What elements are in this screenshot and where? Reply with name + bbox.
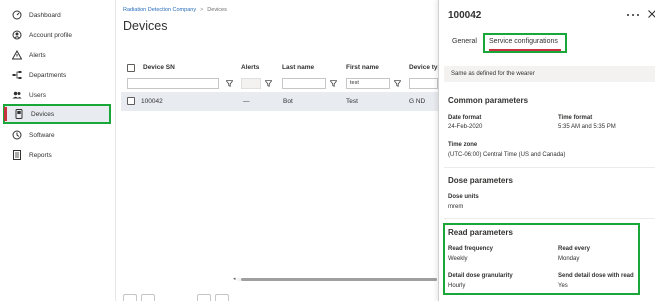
dose-units-label: Dose units [448,194,479,200]
panel-title: 100042 [448,10,482,21]
time-format-label: Time format [558,115,593,121]
main-content: Radiation Detection Company > Devices Devi… [117,0,442,301]
scrollbar-thumb[interactable] [241,278,437,281]
sidebar-item-label: Departments [29,71,67,79]
read-frequency-value: Weekly [448,256,468,262]
sidebar-item-departments[interactable]: Departments [3,65,111,85]
tab-service-configurations[interactable]: Service configurations [489,38,558,45]
first-name-filter-input[interactable]: test [346,78,390,89]
sidebar-item-label: Devices [31,110,55,118]
sidebar-item-devices[interactable]: Devices [3,104,111,124]
sidebar-item-label: Users [29,91,46,99]
send-detail-dose-value: Yes [558,283,568,289]
dashboard-icon [11,10,22,21]
filter-icon[interactable] [226,80,233,87]
column-header-last-name[interactable]: Last name [282,64,314,71]
sidebar-item-users[interactable]: Users [3,85,111,105]
sidebar: Dashboard Account profile Alerts Departm… [0,0,116,301]
account-icon [11,30,22,41]
info-message: Same as defined for the wearer [444,66,655,82]
first-page-button[interactable] [123,294,137,301]
device-detail-panel: 100042 General Service configurations Sa… [438,0,655,301]
column-header-first-name[interactable]: First name [346,64,379,71]
sidebar-item-label: Account profile [29,31,72,39]
device-icon [13,109,24,120]
section-divider [444,218,655,219]
page-title: Devices [123,19,168,33]
detail-dose-granularity-label: Detail dose granularity [448,273,513,279]
device-sn-filter-input[interactable] [127,78,219,89]
active-tab-indicator [489,49,561,51]
alert-icon [11,50,22,61]
dose-units-value: mrem [448,204,464,210]
filter-icon[interactable] [394,80,401,87]
date-format-label: Date format [448,115,482,121]
users-icon [11,90,22,101]
send-detail-dose-label: Send detail dose with read [558,273,634,279]
sidebar-item-dashboard[interactable]: Dashboard [3,5,111,25]
column-header-device-type[interactable]: Device typ [409,64,442,71]
close-icon[interactable] [647,9,655,19]
sidebar-item-software[interactable]: Software [3,125,111,145]
last-page-button[interactable] [215,294,229,301]
departments-icon [11,70,22,81]
software-icon [11,130,22,141]
column-header-alerts[interactable]: Alerts [241,64,259,71]
breadcrumb: Radiation Detection Company > Devices [123,7,227,13]
column-header-device-sn[interactable]: Device SN [143,64,175,71]
section-divider [444,167,655,168]
prev-page-button[interactable] [141,294,155,301]
cell-first-name: Test [346,98,358,105]
device-type-filter-input[interactable] [409,78,438,89]
more-options-icon[interactable] [627,10,639,20]
sidebar-item-label: Reports [29,151,52,159]
sidebar-item-alerts[interactable]: Alerts [3,45,111,65]
time-zone-label: Time zone [448,142,478,148]
tab-general[interactable]: General [452,38,477,45]
cell-device-type: G ND [409,98,426,105]
page-indicator [159,294,193,301]
select-all-checkbox[interactable] [127,64,135,72]
section-title-read: Read parameters [448,228,513,237]
filter-icon[interactable] [265,80,272,87]
cell-alerts: — [243,98,250,105]
read-every-label: Read every [558,246,591,252]
pagination [123,294,229,301]
sidebar-item-label: Dashboard [29,11,61,19]
read-frequency-label: Read frequency [448,246,494,252]
breadcrumb-current: Devices [207,7,227,13]
sidebar-item-label: Alerts [29,51,46,59]
date-format-value: 24-Feb-2020 [448,124,483,130]
scroll-left-icon[interactable]: ◂ [233,276,236,282]
section-title-common: Common parameters [448,96,529,105]
active-indicator [4,107,7,121]
cell-device-sn: 100042 [141,98,163,105]
time-zone-value: (UTC-06:00) Central Time (US and Canada) [448,152,566,158]
breadcrumb-link[interactable]: Radiation Detection Company [123,7,196,13]
row-checkbox[interactable] [127,97,135,105]
section-title-dose: Dose parameters [448,176,513,185]
table-row[interactable]: 100042 — Bot Test G ND [121,92,438,111]
sidebar-item-reports[interactable]: Reports [3,145,111,165]
reports-icon [11,150,22,161]
last-name-filter-input[interactable] [282,78,326,89]
time-format-value: 5:35 AM and 5:35 PM [558,124,616,130]
alerts-filter-input[interactable] [241,78,261,89]
breadcrumb-separator: > [200,7,204,13]
filter-icon[interactable] [330,80,337,87]
horizontal-scrollbar[interactable]: ◂ [233,276,437,282]
cell-last-name: Bot [283,98,293,105]
next-page-button[interactable] [197,294,211,301]
read-every-value: Monday [558,256,580,262]
sidebar-item-account-profile[interactable]: Account profile [3,25,111,45]
sidebar-item-label: Software [29,131,55,139]
table-header: Device SN Alerts Last name First name De… [117,60,442,92]
detail-dose-granularity-value: Hourly [448,283,466,289]
